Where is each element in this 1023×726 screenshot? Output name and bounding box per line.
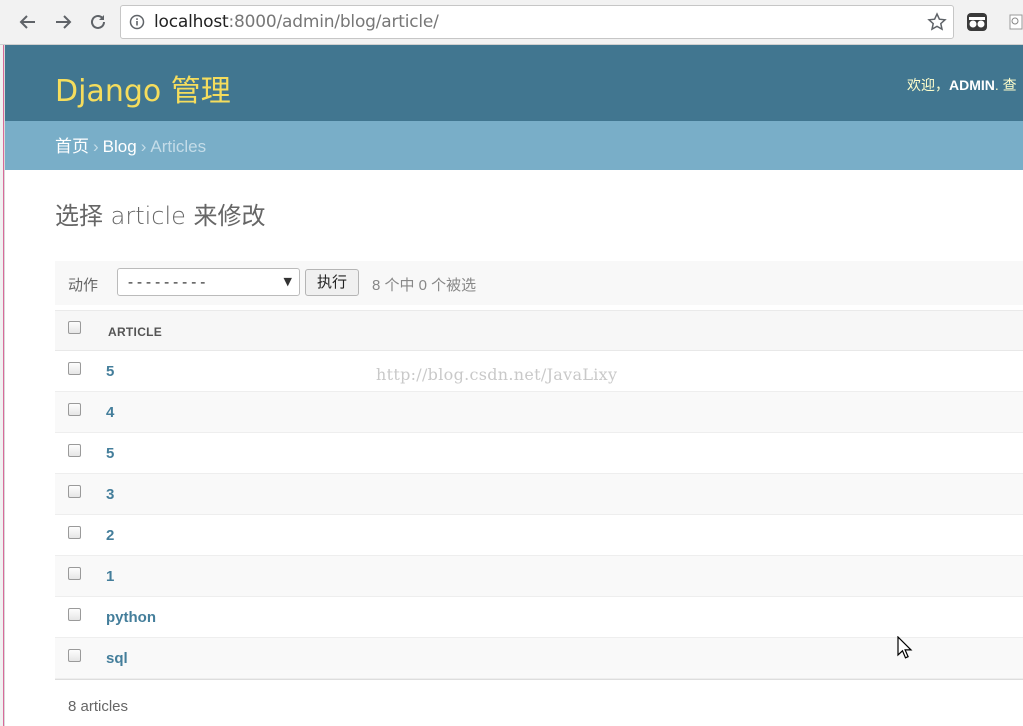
username: ADMIN (949, 77, 995, 93)
action-select[interactable]: --------- ▼ (117, 268, 300, 296)
row-checkbox[interactable] (68, 485, 81, 498)
table-row: 1 (55, 556, 1023, 597)
user-tools-link[interactable]: . 查 (995, 77, 1017, 93)
admin-header: Django 管理 欢迎，ADMIN. 查 (5, 45, 1023, 121)
back-arrow-icon (19, 15, 35, 29)
table-row: 3 (55, 474, 1023, 515)
welcome-text: 欢迎， (907, 77, 949, 93)
url-host: localhost (154, 12, 229, 32)
back-button[interactable] (16, 10, 40, 34)
extension-search-icon[interactable] (1009, 14, 1023, 30)
row-checkbox[interactable] (68, 526, 81, 539)
action-select-value: --------- (126, 273, 208, 291)
table-row: 2 (55, 515, 1023, 556)
article-link[interactable]: python (106, 609, 156, 626)
address-bar[interactable]: localhost:8000/admin/blog/article/ (120, 5, 954, 39)
breadcrumb-separator: › (140, 137, 147, 156)
forward-arrow-icon (56, 15, 72, 29)
watermark: http://blog.csdn.net/JavaLixy (376, 365, 618, 384)
user-tools: 欢迎，ADMIN. 查 (907, 75, 1017, 95)
table-row: 4 (55, 392, 1023, 433)
selection-counter: 8 个中 0 个被选 (372, 277, 477, 294)
run-action-button[interactable]: 执行 (305, 269, 359, 296)
reload-icon (91, 14, 105, 29)
window-edge-line (3, 0, 4, 726)
table-row: 5 (55, 433, 1023, 474)
row-checkbox[interactable] (68, 608, 81, 621)
actions-label: 动作 (68, 277, 99, 294)
row-checkbox[interactable] (68, 649, 81, 662)
info-icon[interactable] (129, 14, 145, 30)
article-link[interactable]: 2 (106, 527, 114, 544)
breadcrumb-blog[interactable]: Blog (103, 137, 137, 156)
article-link[interactable]: 5 (106, 445, 114, 462)
address-text[interactable]: localhost:8000/admin/blog/article/ (154, 12, 439, 32)
row-checkbox[interactable] (68, 567, 81, 580)
column-header-article[interactable]: ARTICLE (108, 325, 162, 339)
breadcrumb-separator: › (93, 137, 99, 156)
breadcrumb-current: Articles (150, 137, 207, 156)
row-checkbox[interactable] (68, 403, 81, 416)
select-all-checkbox[interactable] (68, 321, 81, 334)
forward-button[interactable] (51, 10, 75, 34)
article-link[interactable]: 1 (106, 568, 114, 585)
table-row: python (55, 597, 1023, 638)
browser-toolbar: localhost:8000/admin/blog/article/ (0, 0, 1023, 45)
table-header: ARTICLE (55, 310, 1023, 351)
row-checkbox[interactable] (68, 362, 81, 375)
reload-button[interactable] (86, 10, 110, 34)
extension-icon[interactable] (966, 12, 988, 32)
bookmark-star-icon[interactable] (927, 12, 947, 32)
table-bottom-border (55, 679, 1023, 680)
actions-bar: 动作 --------- ▼ 执行 8 个中 0 个被选 (55, 261, 1023, 305)
article-link[interactable]: 4 (106, 404, 114, 421)
article-link[interactable]: 3 (106, 486, 114, 503)
article-link[interactable]: 5 (106, 363, 114, 380)
paginator: 8 articles (68, 698, 129, 715)
breadcrumb: 首页 › Blog › Articles (5, 121, 1023, 170)
article-link[interactable]: sql (106, 650, 128, 667)
breadcrumb-home[interactable]: 首页 (55, 137, 89, 156)
site-branding[interactable]: Django 管理 (55, 66, 231, 110)
row-checkbox[interactable] (68, 444, 81, 457)
table-row: sql (55, 638, 1023, 679)
mouse-cursor-icon (897, 636, 913, 659)
url-path: :8000/admin/blog/article/ (228, 12, 439, 32)
dropdown-arrow-icon: ▼ (283, 275, 292, 288)
page-title: 选择 article 来修改 (55, 202, 266, 230)
